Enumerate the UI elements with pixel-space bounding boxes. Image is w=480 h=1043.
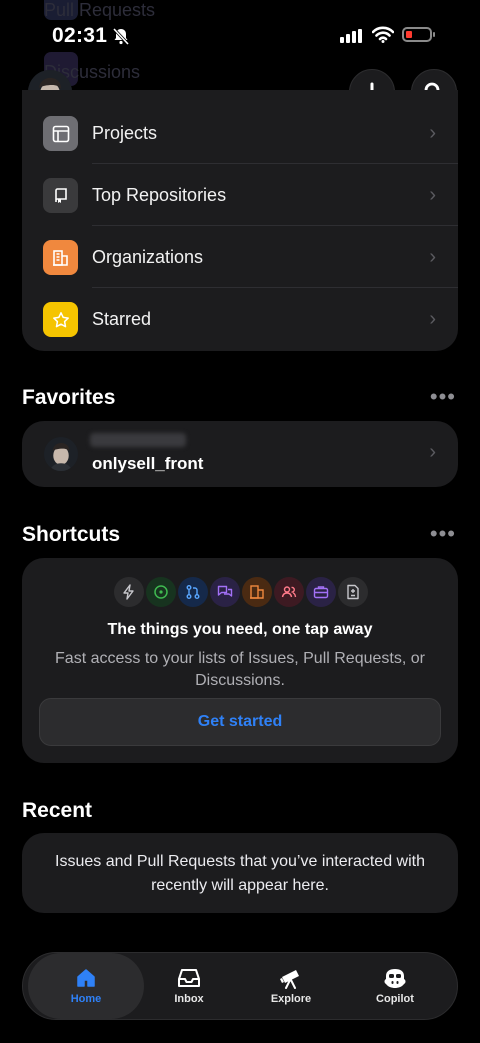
chevron-right-icon: › bbox=[429, 245, 436, 268]
shortcuts-headline: The things you need, one tap away bbox=[107, 621, 373, 638]
building-icon bbox=[43, 240, 78, 275]
menu-item-top-repositories[interactable]: Top Repositories › bbox=[22, 164, 458, 226]
favorite-repo-name: onlysell_front bbox=[92, 454, 204, 473]
get-started-button[interactable]: Get started bbox=[39, 698, 441, 746]
tab-bar: Home Inbox Explore Copilot bbox=[22, 952, 458, 1020]
repo-icon bbox=[43, 178, 78, 213]
star-icon bbox=[43, 302, 78, 337]
favorites-more-icon[interactable]: ••• bbox=[430, 384, 456, 410]
chevron-right-icon: › bbox=[429, 441, 436, 463]
inbox-icon bbox=[178, 969, 200, 987]
tab-explore[interactable]: Explore bbox=[237, 953, 345, 1019]
telescope-icon bbox=[280, 970, 299, 989]
recent-empty-text: Issues and Pull Requests that you’ve int… bbox=[55, 853, 425, 894]
pull-request-icon bbox=[178, 577, 208, 607]
menu-item-label: Top Repositories bbox=[92, 184, 227, 205]
table-icon bbox=[43, 116, 78, 151]
menu-item-starred[interactable]: Starred › bbox=[22, 288, 458, 350]
blurred-owner-name bbox=[90, 433, 186, 447]
chevron-right-icon: › bbox=[429, 121, 436, 144]
tab-label: Home bbox=[70, 993, 102, 1005]
menu-item-label: Starred bbox=[92, 308, 152, 329]
tab-label: Explore bbox=[270, 993, 312, 1005]
ghost-row-pull-requests: Pull Requests bbox=[44, 0, 156, 20]
menu-item-projects[interactable]: Projects › bbox=[22, 102, 458, 164]
building-icon bbox=[242, 577, 272, 607]
bell-muted-icon bbox=[112, 27, 130, 45]
tab-label: Copilot bbox=[376, 993, 414, 1005]
tab-inbox[interactable]: Inbox bbox=[135, 953, 243, 1019]
people-icon bbox=[274, 577, 304, 607]
discussion-icon bbox=[210, 577, 240, 607]
file-diff-icon bbox=[338, 577, 368, 607]
shortcuts-description: Fast access to your lists of Issues, Pul… bbox=[55, 650, 425, 689]
shortcuts-more-icon[interactable]: ••• bbox=[430, 521, 456, 547]
repo-owner-avatar bbox=[44, 437, 78, 471]
tab-label: Inbox bbox=[174, 993, 204, 1005]
copilot-icon bbox=[384, 969, 406, 988]
tab-home[interactable]: Home bbox=[28, 953, 144, 1019]
chevron-right-icon: › bbox=[429, 307, 436, 330]
battery-icon bbox=[402, 27, 435, 42]
home-icon bbox=[77, 969, 95, 987]
shortcuts-title: Shortcuts bbox=[22, 523, 121, 546]
signal-icon bbox=[340, 29, 362, 43]
menu-item-organizations[interactable]: Organizations › bbox=[22, 226, 458, 288]
issue-icon bbox=[146, 577, 176, 607]
zap-icon bbox=[114, 577, 144, 607]
menu-item-label: Projects bbox=[92, 122, 158, 143]
favorites-title: Favorites bbox=[22, 386, 116, 409]
status-time: 02:31 bbox=[52, 24, 108, 47]
recent-title: Recent bbox=[22, 799, 93, 822]
wifi-icon bbox=[372, 26, 394, 43]
favorite-item[interactable]: onlysell_front › bbox=[22, 421, 458, 487]
menu-item-label: Organizations bbox=[92, 246, 204, 267]
chevron-right-icon: › bbox=[429, 183, 436, 206]
briefcase-icon bbox=[306, 577, 336, 607]
tab-copilot[interactable]: Copilot bbox=[341, 953, 449, 1019]
